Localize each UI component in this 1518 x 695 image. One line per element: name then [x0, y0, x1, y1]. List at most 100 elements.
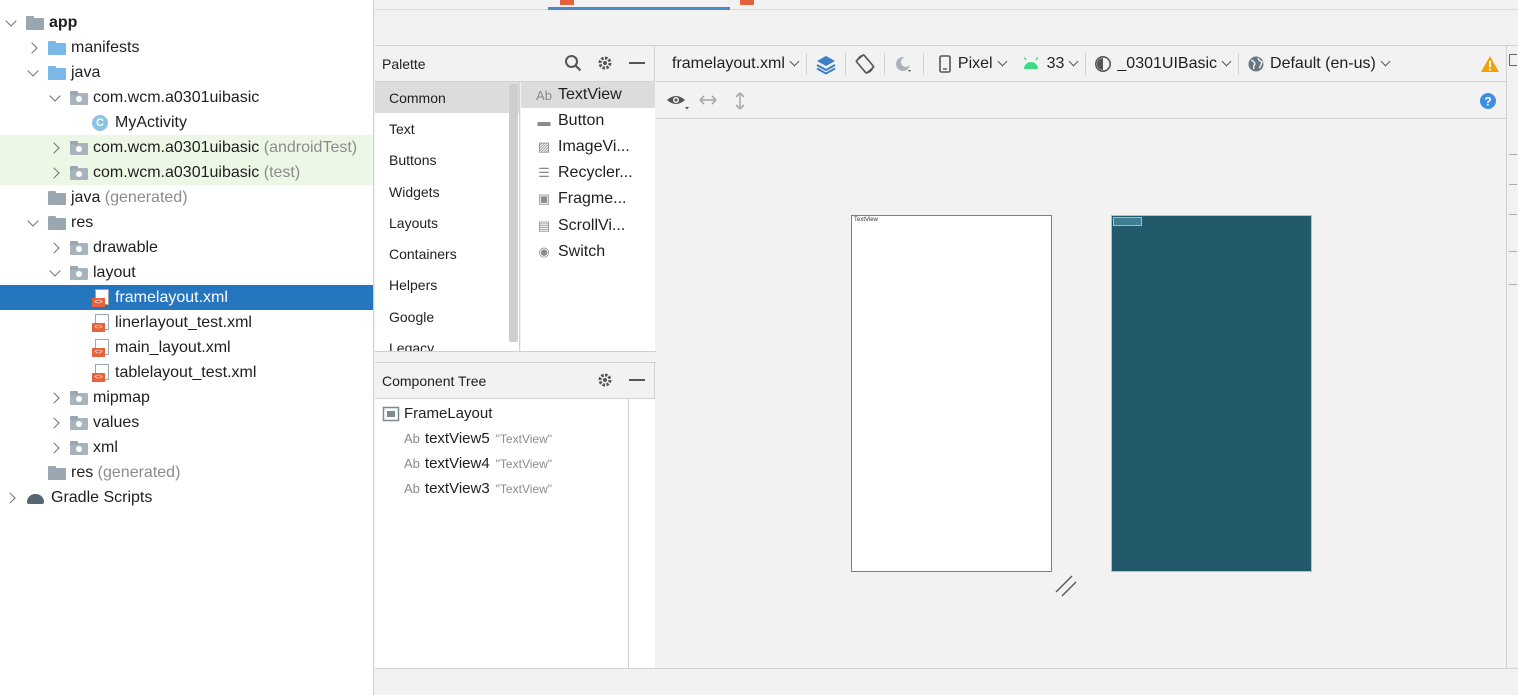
palette-category[interactable]: Layouts: [375, 207, 519, 238]
palette-item[interactable]: ☰ Recycler...: [521, 160, 655, 186]
chevron-right-icon[interactable]: [48, 241, 62, 255]
textview-icon: Ab: [404, 456, 420, 471]
palette-category[interactable]: Helpers: [375, 270, 519, 301]
eye-icon[interactable]: [666, 92, 690, 110]
palette-item[interactable]: ▨ ImageVi...: [521, 134, 655, 160]
package-dot: [76, 170, 82, 177]
palette-category[interactable]: Buttons: [375, 145, 519, 176]
vertical-resize-icon[interactable]: [733, 91, 747, 111]
component-tree-header: Component Tree: [375, 363, 654, 399]
chevron-down-icon[interactable]: [26, 66, 40, 80]
horizontal-resize-icon[interactable]: [698, 93, 718, 107]
project-tree-row[interactable]: res (generated): [0, 460, 373, 485]
project-tree-row[interactable]: com.wcm.a0301uibasic (androidTest): [0, 135, 373, 160]
help-icon[interactable]: ?: [1480, 93, 1496, 109]
chevron-right-icon[interactable]: [48, 441, 62, 455]
locale-label: Default (en-us): [1270, 54, 1376, 72]
project-tree-row[interactable]: com.wcm.a0301uibasic (test): [0, 160, 373, 185]
design-preview-screen[interactable]: TextView: [851, 215, 1052, 572]
chevron-right-icon[interactable]: [48, 391, 62, 405]
design-canvas[interactable]: TextView: [656, 119, 1506, 668]
file-dropdown[interactable]: framelayout.xml: [656, 46, 806, 82]
project-tree-row[interactable]: layout: [0, 260, 373, 285]
layers-icon: [816, 55, 836, 75]
project-tree-row[interactable]: java (generated): [0, 185, 373, 210]
component-tree-item[interactable]: Ab textView4 "TextView": [375, 451, 654, 476]
project-tree-row[interactable]: values: [0, 410, 373, 435]
minimize-icon[interactable]: [628, 54, 646, 72]
package-dot: [76, 395, 82, 402]
chevron-right-icon[interactable]: [48, 141, 62, 155]
theme-label: _0301UIBasic: [1117, 54, 1218, 72]
project-tree-row[interactable]: framelayout.xml: [0, 285, 373, 310]
chevron-down-icon[interactable]: [4, 16, 18, 30]
chevron-right-icon[interactable]: [48, 416, 62, 430]
blueprint-preview-screen[interactable]: [1111, 215, 1312, 572]
palette-item[interactable]: ▣ Fragme...: [521, 186, 655, 212]
package-folder-icon: [70, 415, 88, 431]
project-tree-row[interactable]: manifests: [0, 35, 373, 60]
minimize-icon[interactable]: [628, 371, 646, 389]
attributes-panel-icon[interactable]: [1509, 54, 1517, 66]
editor-tab-strip: [375, 0, 1518, 10]
tree-item-label: main_layout.xml: [115, 338, 231, 356]
project-tree-row[interactable]: linerlayout_test.xml: [0, 310, 373, 335]
tree-item-label: app: [49, 13, 78, 31]
project-tree-row[interactable]: java: [0, 60, 373, 85]
gear-icon[interactable]: [596, 54, 614, 72]
project-tree-row[interactable]: main_layout.xml: [0, 335, 373, 360]
project-tree-row[interactable]: C MyActivity: [0, 110, 373, 135]
chevron-down-icon[interactable]: [48, 266, 62, 280]
project-tree-row[interactable]: res: [0, 210, 373, 235]
project-tree-row[interactable]: Gradle Scripts: [0, 485, 373, 510]
palette-category[interactable]: Google: [375, 301, 519, 332]
active-editor-tab[interactable]: [548, 0, 730, 10]
palette-category[interactable]: Common: [375, 82, 519, 114]
device-dropdown[interactable]: Pixel: [924, 46, 1014, 82]
project-tree-row[interactable]: com.wcm.a0301uibasic: [0, 85, 373, 110]
palette-item-icon: ◉: [538, 243, 550, 259]
project-tree-row[interactable]: xml: [0, 435, 373, 460]
design-textview-label[interactable]: TextView: [854, 217, 878, 223]
chevron-down-icon[interactable]: [26, 216, 40, 230]
chevron-right-icon[interactable]: [48, 166, 62, 180]
resize-handle-icon[interactable]: [1054, 574, 1078, 598]
palette-item[interactable]: ▤ ScrollVi...: [521, 212, 655, 238]
chevron-down-icon: [1221, 56, 1232, 67]
panel-splitter[interactable]: [375, 351, 656, 363]
android-icon: [1023, 56, 1038, 69]
design-surface-button[interactable]: [807, 46, 845, 82]
component-tree-root[interactable]: FrameLayout: [375, 401, 654, 426]
issues-warning-button[interactable]: [1472, 46, 1506, 82]
gear-icon[interactable]: [596, 371, 614, 389]
palette-item[interactable]: ◉ Switch: [521, 239, 655, 265]
chevron-right-icon[interactable]: [4, 491, 18, 505]
palette-category[interactable]: Legacy: [375, 332, 519, 351]
component-tree-item[interactable]: Ab textView5 "TextView": [375, 426, 654, 451]
warning-icon: [1481, 55, 1499, 72]
project-tree-row[interactable]: app: [0, 10, 373, 35]
palette-item-label: ImageVi...: [558, 138, 630, 156]
palette-item[interactable]: Ab TextView: [521, 82, 655, 109]
search-icon[interactable]: [564, 54, 582, 72]
phone-icon: [939, 54, 951, 73]
palette-item[interactable]: ▬ Button: [521, 108, 655, 134]
android-studio-window: app manifests java com.wcm.a0301uibasic C MyA…: [0, 0, 1518, 695]
orientation-button[interactable]: [846, 46, 884, 82]
night-mode-button[interactable]: [885, 46, 923, 82]
theme-dropdown[interactable]: _0301UIBasic: [1086, 46, 1238, 82]
component-tree-item[interactable]: Ab textView3 "TextView": [375, 476, 654, 501]
project-tree-row[interactable]: drawable: [0, 235, 373, 260]
palette-scrollbar[interactable]: [509, 84, 518, 342]
chevron-down-icon: [1068, 56, 1079, 67]
palette-category[interactable]: Text: [375, 113, 519, 144]
palette-category[interactable]: Widgets: [375, 176, 519, 207]
blueprint-textview-box[interactable]: [1113, 217, 1142, 226]
chevron-right-icon[interactable]: [26, 41, 40, 55]
chevron-down-icon[interactable]: [48, 91, 62, 105]
api-dropdown[interactable]: 33: [1014, 46, 1086, 82]
project-tree-row[interactable]: mipmap: [0, 385, 373, 410]
project-tree-row[interactable]: tablelayout_test.xml: [0, 360, 373, 385]
locale-dropdown[interactable]: Default (en-us): [1239, 46, 1397, 82]
palette-category[interactable]: Containers: [375, 238, 519, 269]
